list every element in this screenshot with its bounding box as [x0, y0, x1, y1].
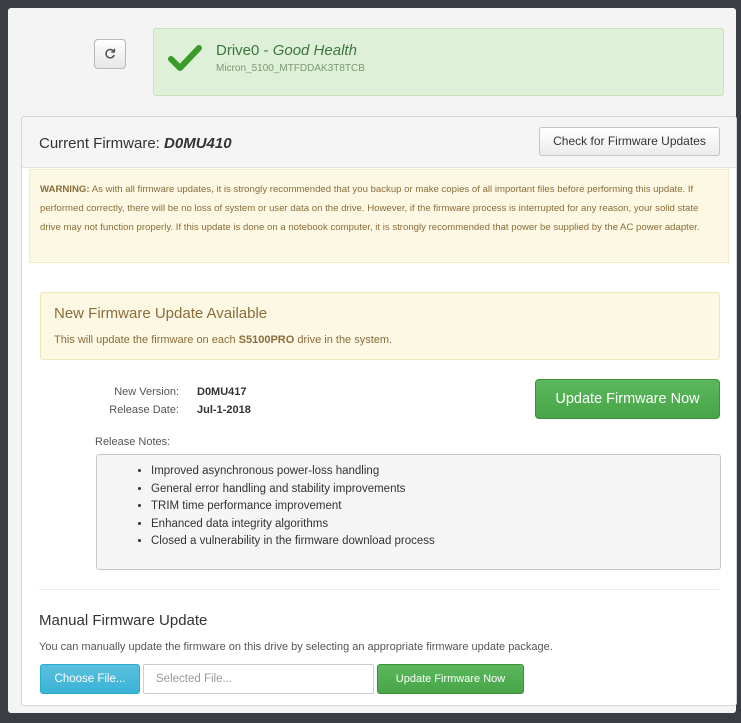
drive-model-name: S5100PRO: [238, 334, 295, 346]
warning-alert: WARNING: As with all firmware updates, i…: [29, 169, 729, 263]
release-note-item: TRIM time performance improvement: [151, 498, 720, 516]
current-firmware: Current Firmware: D0MU410: [39, 135, 232, 152]
refresh-button[interactable]: [94, 39, 126, 69]
new-version-label: New Version:: [114, 386, 179, 398]
update-available-description: This will update the firmware on each S5…: [54, 334, 392, 346]
drive-health-panel: Drive0 - Good Health Micron_5100_MTFDDAK…: [153, 28, 724, 96]
manual-update-firmware-button[interactable]: Update Firmware Now: [377, 664, 524, 694]
manual-update-title: Manual Firmware Update: [39, 612, 208, 629]
check-updates-button[interactable]: Check for Firmware Updates: [539, 127, 720, 156]
release-note-item: Closed a vulnerability in the firmware d…: [151, 533, 720, 551]
choose-file-button[interactable]: Choose File...: [40, 664, 140, 694]
drive-model: Micron_5100_MTFDDAK3T8TCB: [216, 63, 365, 74]
update-firmware-now-button[interactable]: Update Firmware Now: [535, 379, 720, 419]
release-date-value: Jul-1-2018: [197, 404, 251, 416]
warning-text: As with all firmware updates, it is stro…: [40, 184, 700, 233]
release-date-label: Release Date:: [109, 404, 179, 416]
new-version-value: D0MU417: [197, 386, 247, 398]
warning-label: WARNING:: [40, 184, 90, 195]
firmware-panel-header: Current Firmware: D0MU410 Check for Firm…: [22, 117, 736, 168]
checkmark-icon: [168, 45, 202, 71]
current-firmware-version: D0MU410: [164, 135, 232, 152]
update-desc-suffix: drive in the system.: [294, 334, 393, 346]
refresh-icon: [105, 48, 116, 59]
drive-health-status: Good Health: [272, 42, 357, 59]
release-notes-list: Improved asynchronous power-loss handlin…: [97, 455, 720, 551]
firmware-panel: Current Firmware: D0MU410 Check for Firm…: [21, 116, 737, 706]
update-available-title: New Firmware Update Available: [54, 305, 268, 322]
manual-update-description: You can manually update the firmware on …: [39, 641, 553, 653]
release-notes-box: Improved asynchronous power-loss handlin…: [96, 454, 721, 570]
section-divider: [39, 589, 719, 590]
selected-file-field[interactable]: Selected File...: [143, 664, 374, 694]
drive-name: Drive0 -: [216, 42, 273, 59]
release-note-item: Improved asynchronous power-loss handlin…: [151, 463, 720, 481]
update-desc-prefix: This will update the firmware on each: [54, 334, 239, 346]
drive-title: Drive0 - Good Health: [216, 42, 357, 59]
update-available-alert: New Firmware Update Available This will …: [40, 292, 720, 360]
release-notes-label: Release Notes:: [95, 436, 171, 448]
current-firmware-label: Current Firmware:: [39, 135, 165, 152]
release-note-item: General error handling and stability imp…: [151, 481, 720, 499]
release-note-item: Enhanced data integrity algorithms: [151, 516, 720, 534]
